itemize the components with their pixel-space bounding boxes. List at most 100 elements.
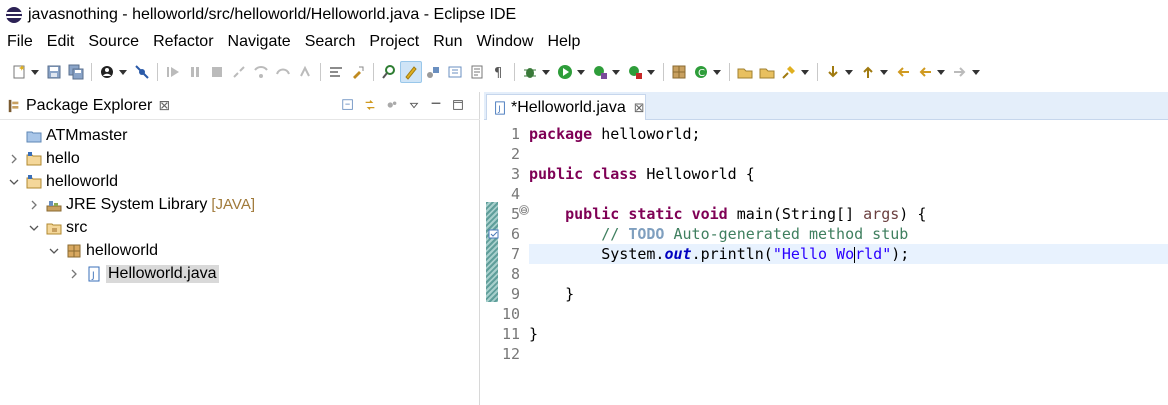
- tree-item-helloworld-project[interactable]: helloworld: [8, 170, 118, 193]
- coverage-dropdown-icon[interactable]: [611, 61, 621, 83]
- tree-item-helloworld-java[interactable]: J Helloworld.java: [68, 262, 219, 285]
- previous-annotation-icon[interactable]: [857, 61, 879, 83]
- tree-item-src[interactable]: src: [28, 216, 87, 239]
- terminate-icon[interactable]: [206, 61, 228, 83]
- run-dropdown-icon[interactable]: [576, 61, 586, 83]
- external-tools-icon[interactable]: [624, 61, 646, 83]
- tree-item-hello[interactable]: hello: [8, 147, 80, 170]
- code-text: main(String[]: [727, 205, 864, 223]
- resume-icon[interactable]: [162, 61, 184, 83]
- focus-on-active-task-icon[interactable]: [383, 96, 401, 114]
- package-explorer-view: Package Explorer ⊠ ATMmaster hello hello…: [0, 92, 480, 405]
- maximize-icon[interactable]: [449, 96, 467, 114]
- back-dropdown-icon[interactable]: [936, 61, 946, 83]
- pilcrow-icon[interactable]: ¶: [488, 61, 510, 83]
- keyword: static: [628, 205, 683, 223]
- code-text: System.: [601, 245, 665, 263]
- open-task-icon[interactable]: [734, 61, 756, 83]
- new-dropdown-icon[interactable]: [30, 61, 40, 83]
- comment: Auto-generated method stub: [664, 225, 909, 243]
- close-icon[interactable]: ⊠: [158, 97, 170, 113]
- source-folder-icon: [46, 220, 62, 236]
- menu-refactor[interactable]: Refactor: [153, 33, 213, 51]
- close-icon[interactable]: ⊠: [634, 100, 645, 116]
- chevron-down-icon[interactable]: [48, 245, 60, 257]
- step-into-icon[interactable]: [250, 61, 272, 83]
- next-annotation-dropdown-icon[interactable]: [844, 61, 854, 83]
- package-icon: [66, 243, 82, 259]
- view-menu-icon[interactable]: [405, 96, 423, 114]
- open-folder-icon[interactable]: [756, 61, 778, 83]
- skip-breakpoints-icon[interactable]: [131, 61, 153, 83]
- tree-item-jre-library[interactable]: JRE System Library [JAVA]: [28, 193, 255, 216]
- collapse-all-icon[interactable]: [339, 96, 357, 114]
- menu-edit[interactable]: Edit: [47, 33, 75, 51]
- code-text: ) {: [899, 205, 927, 223]
- save-icon[interactable]: [43, 61, 65, 83]
- line-number-ruler: 1 2 3 4 5 6 7 8 9 10 11 12: [498, 124, 520, 364]
- code-line-11: }: [529, 324, 1168, 344]
- search-dropdown-icon[interactable]: [800, 61, 810, 83]
- new-java-package-icon[interactable]: [668, 61, 690, 83]
- new-class-dropdown-icon[interactable]: [712, 61, 722, 83]
- menu-help[interactable]: Help: [547, 33, 580, 51]
- toggle-mark-occurrences-icon[interactable]: [347, 61, 369, 83]
- step-over-icon[interactable]: [272, 61, 294, 83]
- chevron-right-icon[interactable]: [68, 268, 80, 280]
- word-wrap-icon[interactable]: [466, 61, 488, 83]
- link-with-editor-icon[interactable]: [361, 96, 379, 114]
- forward-icon[interactable]: [949, 61, 971, 83]
- menu-file[interactable]: File: [7, 33, 33, 51]
- menu-run[interactable]: Run: [433, 33, 462, 51]
- chevron-right-icon[interactable]: [8, 153, 20, 165]
- toggle-block-selection-icon[interactable]: [422, 61, 444, 83]
- new-java-class-icon[interactable]: C: [690, 61, 712, 83]
- collapse-fold-icon[interactable]: ⊖: [519, 205, 529, 215]
- chevron-right-icon[interactable]: [28, 199, 40, 211]
- new-icon[interactable]: [8, 61, 30, 83]
- use-step-filters-icon[interactable]: [325, 61, 347, 83]
- string-literal: "Hello Wo: [772, 245, 855, 263]
- code-text: helloworld;: [592, 125, 701, 143]
- show-whitespace-icon[interactable]: [444, 61, 466, 83]
- coverage-icon[interactable]: [589, 61, 611, 83]
- keyword: package: [529, 125, 593, 143]
- menu-navigate[interactable]: Navigate: [228, 33, 291, 51]
- tab-helloworld-java[interactable]: J *Helloworld.java ⊠: [486, 94, 646, 120]
- perspective-icon[interactable]: [96, 61, 118, 83]
- disconnect-icon[interactable]: [228, 61, 250, 83]
- line-number: 8: [510, 265, 520, 283]
- search-icon[interactable]: [778, 61, 800, 83]
- menu-window[interactable]: Window: [477, 33, 534, 51]
- menu-search[interactable]: Search: [305, 33, 356, 51]
- step-return-icon[interactable]: [294, 61, 316, 83]
- menu-project[interactable]: Project: [369, 33, 419, 51]
- open-type-icon[interactable]: [378, 61, 400, 83]
- code-line-9: }: [529, 284, 1168, 304]
- chevron-down-icon[interactable]: [8, 176, 20, 188]
- tree-item-atmmaster[interactable]: ATMmaster: [26, 124, 127, 147]
- code-text: .println(: [691, 245, 773, 263]
- forward-dropdown-icon[interactable]: [971, 61, 981, 83]
- last-edit-location-icon[interactable]: [892, 61, 914, 83]
- previous-annotation-dropdown-icon[interactable]: [879, 61, 889, 83]
- highlight-icon[interactable]: [400, 61, 422, 83]
- code-area[interactable]: package helloworld; public class Hellowo…: [529, 124, 1168, 364]
- debug-dropdown-icon[interactable]: [541, 61, 551, 83]
- chevron-down-icon[interactable]: [28, 222, 40, 234]
- menu-source[interactable]: Source: [88, 33, 139, 51]
- tree-item-helloworld-package[interactable]: helloworld: [48, 239, 158, 262]
- minimize-icon[interactable]: [427, 96, 445, 114]
- save-all-icon[interactable]: [65, 61, 87, 83]
- folder-icon: [26, 128, 42, 144]
- java-editor[interactable]: J *Helloworld.java ⊠ 1 2 3 4 5 6 7 8 9 1…: [484, 92, 1168, 405]
- back-icon[interactable]: [914, 61, 936, 83]
- debug-icon[interactable]: [519, 61, 541, 83]
- run-icon[interactable]: [554, 61, 576, 83]
- external-tools-dropdown-icon[interactable]: [646, 61, 656, 83]
- perspective-dropdown-icon[interactable]: [118, 61, 128, 83]
- next-annotation-icon[interactable]: [822, 61, 844, 83]
- suspend-icon[interactable]: [184, 61, 206, 83]
